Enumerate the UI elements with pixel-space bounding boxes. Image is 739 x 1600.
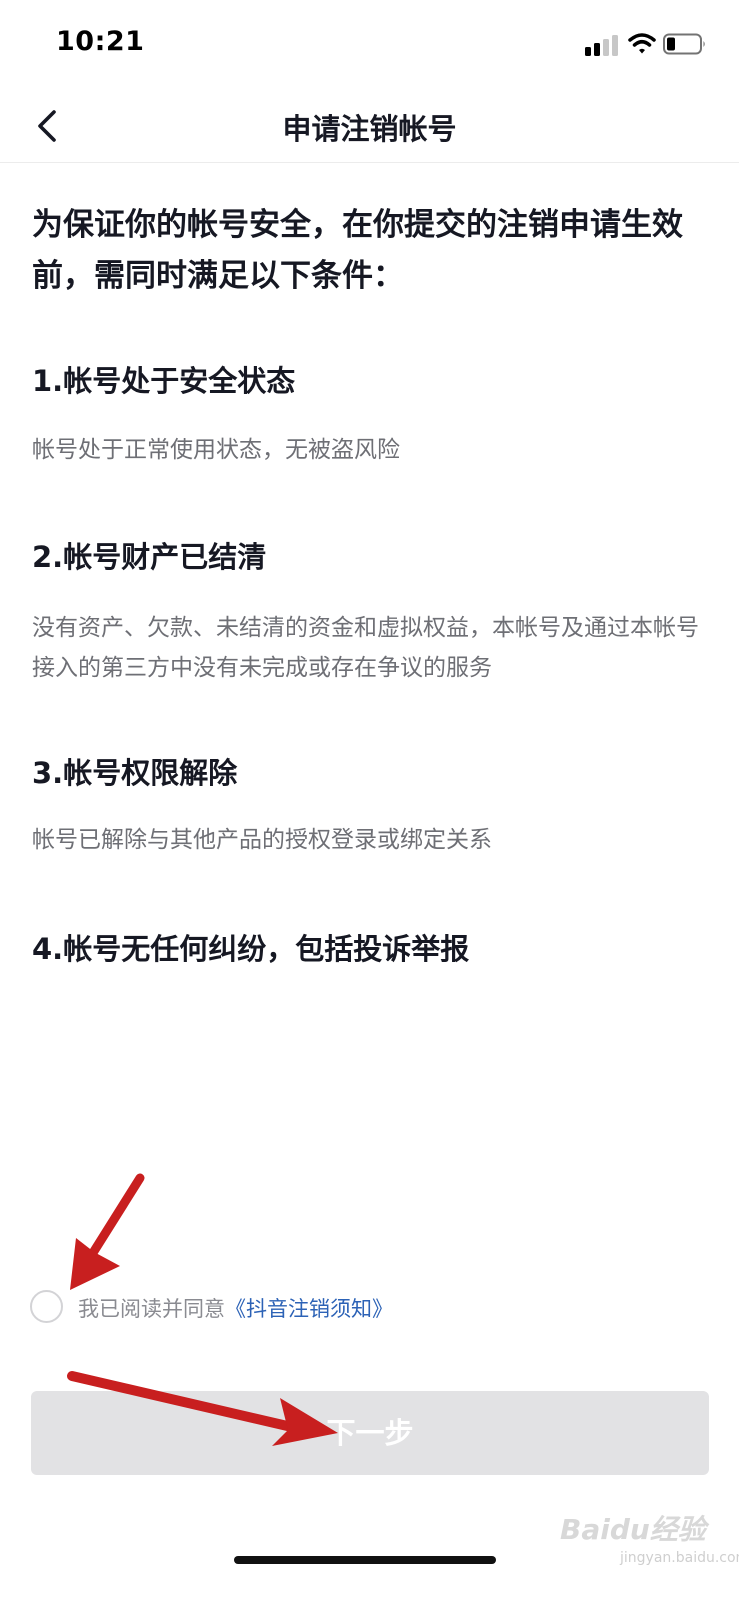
page-title: 申请注销帐号: [282, 112, 457, 146]
nav-bar: 申请注销帐号: [0, 88, 739, 163]
agreement-text: 我已阅读并同意《抖音注销须知》: [78, 1293, 393, 1323]
watermark-text: Baidu经验: [560, 1513, 706, 1546]
status-bar: 10:21: [0, 0, 739, 88]
next-step-button[interactable]: 下一步: [31, 1391, 709, 1475]
wifi-icon: [628, 33, 656, 54]
condition-desc: 帐号已解除与其他产品的授权登录或绑定关系: [32, 827, 492, 853]
condition-title: 1.帐号处于安全状态: [32, 364, 296, 398]
intro-text: 为保证你的帐号安全，在你提交的注销申请生效前，需同时满足以下条件：: [32, 207, 683, 294]
condition-title: 4.帐号无任何纠纷，包括投诉举报: [32, 932, 470, 966]
watermark-sub: jingyan.baidu.com: [620, 1550, 739, 1566]
cellular-signal-icon: [585, 35, 618, 56]
condition-desc: 帐号处于正常使用状态，无被盗风险: [32, 437, 400, 463]
arrow-down-left-icon: [70, 1173, 145, 1290]
condition-title: 3.帐号权限解除: [32, 756, 238, 790]
terms-link[interactable]: 《抖音注销须知》: [225, 1297, 393, 1321]
status-time: 10:21: [56, 26, 145, 57]
home-indicator[interactable]: [234, 1556, 496, 1564]
watermark: Baidu经验 jingyan.baidu.com: [560, 1508, 739, 1566]
agreement-prefix: 我已阅读并同意: [78, 1297, 225, 1321]
battery-icon: [663, 33, 705, 55]
agreement-checkbox[interactable]: [30, 1290, 63, 1323]
condition-desc: 没有资产、欠款、未结清的资金和虚拟权益，本帐号及通过本帐号接入的第三方中没有未完…: [32, 615, 699, 681]
condition-title: 2.帐号财产已结清: [32, 540, 267, 574]
